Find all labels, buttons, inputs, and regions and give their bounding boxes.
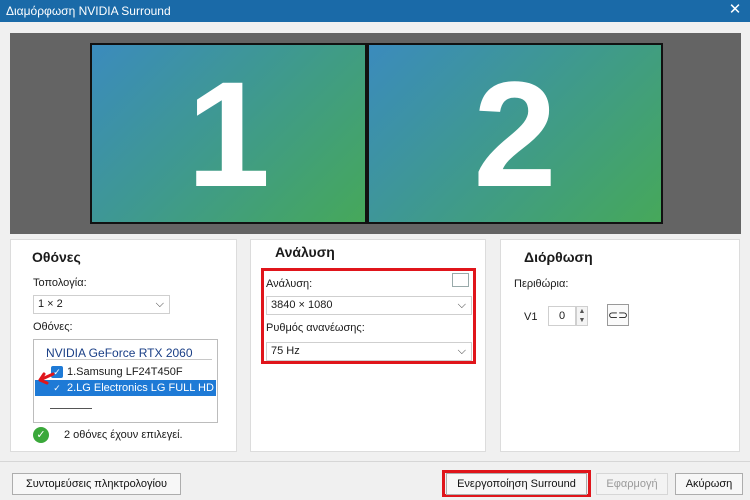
display-item-lg[interactable]: ✓ 2.LG Electronics LG FULL HD	[35, 380, 216, 396]
monitor-2-preview[interactable]: 2	[367, 43, 663, 224]
topology-select-value: 1 × 2	[38, 298, 63, 310]
refresh-rate-label: Ρυθμός ανανέωσης:	[266, 322, 365, 334]
divider	[46, 359, 212, 360]
link-icon[interactable]: ⊂⊃	[607, 304, 629, 326]
resolution-label: Ανάλυση:	[266, 278, 313, 290]
bezel-correction-panel: Διόρθωση Περιθώρια: V1 0 ▲ ▼ ⊂⊃	[500, 239, 740, 452]
drag-line	[50, 408, 92, 409]
chevron-down-icon: ⌵	[457, 345, 466, 357]
status-text: 2 οθόνες έχουν επιλεγεί.	[64, 429, 183, 441]
gpu-name: NVIDIA GeForce RTX 2060	[46, 346, 193, 360]
check-circle-icon: ✓	[33, 427, 49, 443]
red-arrow-icon	[38, 372, 55, 385]
keyboard-shortcuts-button[interactable]: Συντομεύσεις πληκτρολογίου	[12, 473, 181, 495]
close-icon[interactable]: ✕	[726, 1, 744, 19]
topology-select[interactable]: 1 × 2 ⌵	[33, 295, 170, 314]
monitor-1-number: 1	[186, 49, 271, 218]
monitor-preview: 1 2	[10, 33, 741, 234]
title-bar: Διαμόρφωση NVIDIA Surround ✕	[0, 0, 750, 22]
bezel-panel-title: Διόρθωση	[524, 249, 593, 265]
displays-label: Οθόνες:	[33, 321, 73, 333]
chevron-down-icon[interactable]: ▼	[577, 316, 587, 325]
enable-surround-button[interactable]: Ενεργοποίηση Surround	[446, 473, 587, 495]
window-title: Διαμόρφωση NVIDIA Surround	[6, 4, 171, 18]
chevron-down-icon: ⌵	[457, 299, 466, 311]
cancel-button[interactable]: Ακύρωση	[675, 473, 743, 495]
apply-button[interactable]: Εφαρμογή	[596, 473, 668, 495]
display-settings-icon[interactable]	[452, 273, 469, 287]
refresh-rate-select-value: 75 Hz	[271, 345, 300, 357]
resolution-select-value: 3840 × 1080	[271, 299, 333, 311]
v1-value-input[interactable]: 0	[548, 306, 576, 326]
resolution-panel: Ανάλυση Ανάλυση: 3840 × 1080 ⌵ Ρυθμός αν…	[250, 239, 486, 452]
display-item-label: 1.Samsung LF24T450F	[67, 366, 183, 378]
resolution-select[interactable]: 3840 × 1080 ⌵	[266, 296, 472, 315]
refresh-rate-select[interactable]: 75 Hz ⌵	[266, 342, 472, 361]
monitor-1-preview[interactable]: 1	[90, 43, 367, 224]
display-item-label: 2.LG Electronics LG FULL HD	[67, 382, 214, 394]
displays-panel: Οθόνες Τοπολογία: 1 × 2 ⌵ Οθόνες: NVIDIA…	[10, 239, 237, 452]
v1-label: V1	[524, 311, 538, 323]
divider	[0, 461, 750, 462]
chevron-up-icon[interactable]: ▲	[577, 307, 587, 316]
chevron-down-icon: ⌵	[155, 298, 164, 310]
resolution-panel-title: Ανάλυση	[275, 244, 335, 260]
margins-label: Περιθώρια:	[514, 278, 569, 290]
display-item-samsung[interactable]: ✓ 1.Samsung LF24T450F	[35, 364, 216, 380]
topology-label: Τοπολογία:	[33, 277, 87, 289]
monitor-2-number: 2	[473, 49, 557, 218]
displays-list[interactable]: NVIDIA GeForce RTX 2060 ✓ 1.Samsung LF24…	[33, 339, 218, 423]
v1-spinner[interactable]: ▲ ▼	[576, 306, 588, 326]
displays-panel-title: Οθόνες	[32, 249, 81, 265]
